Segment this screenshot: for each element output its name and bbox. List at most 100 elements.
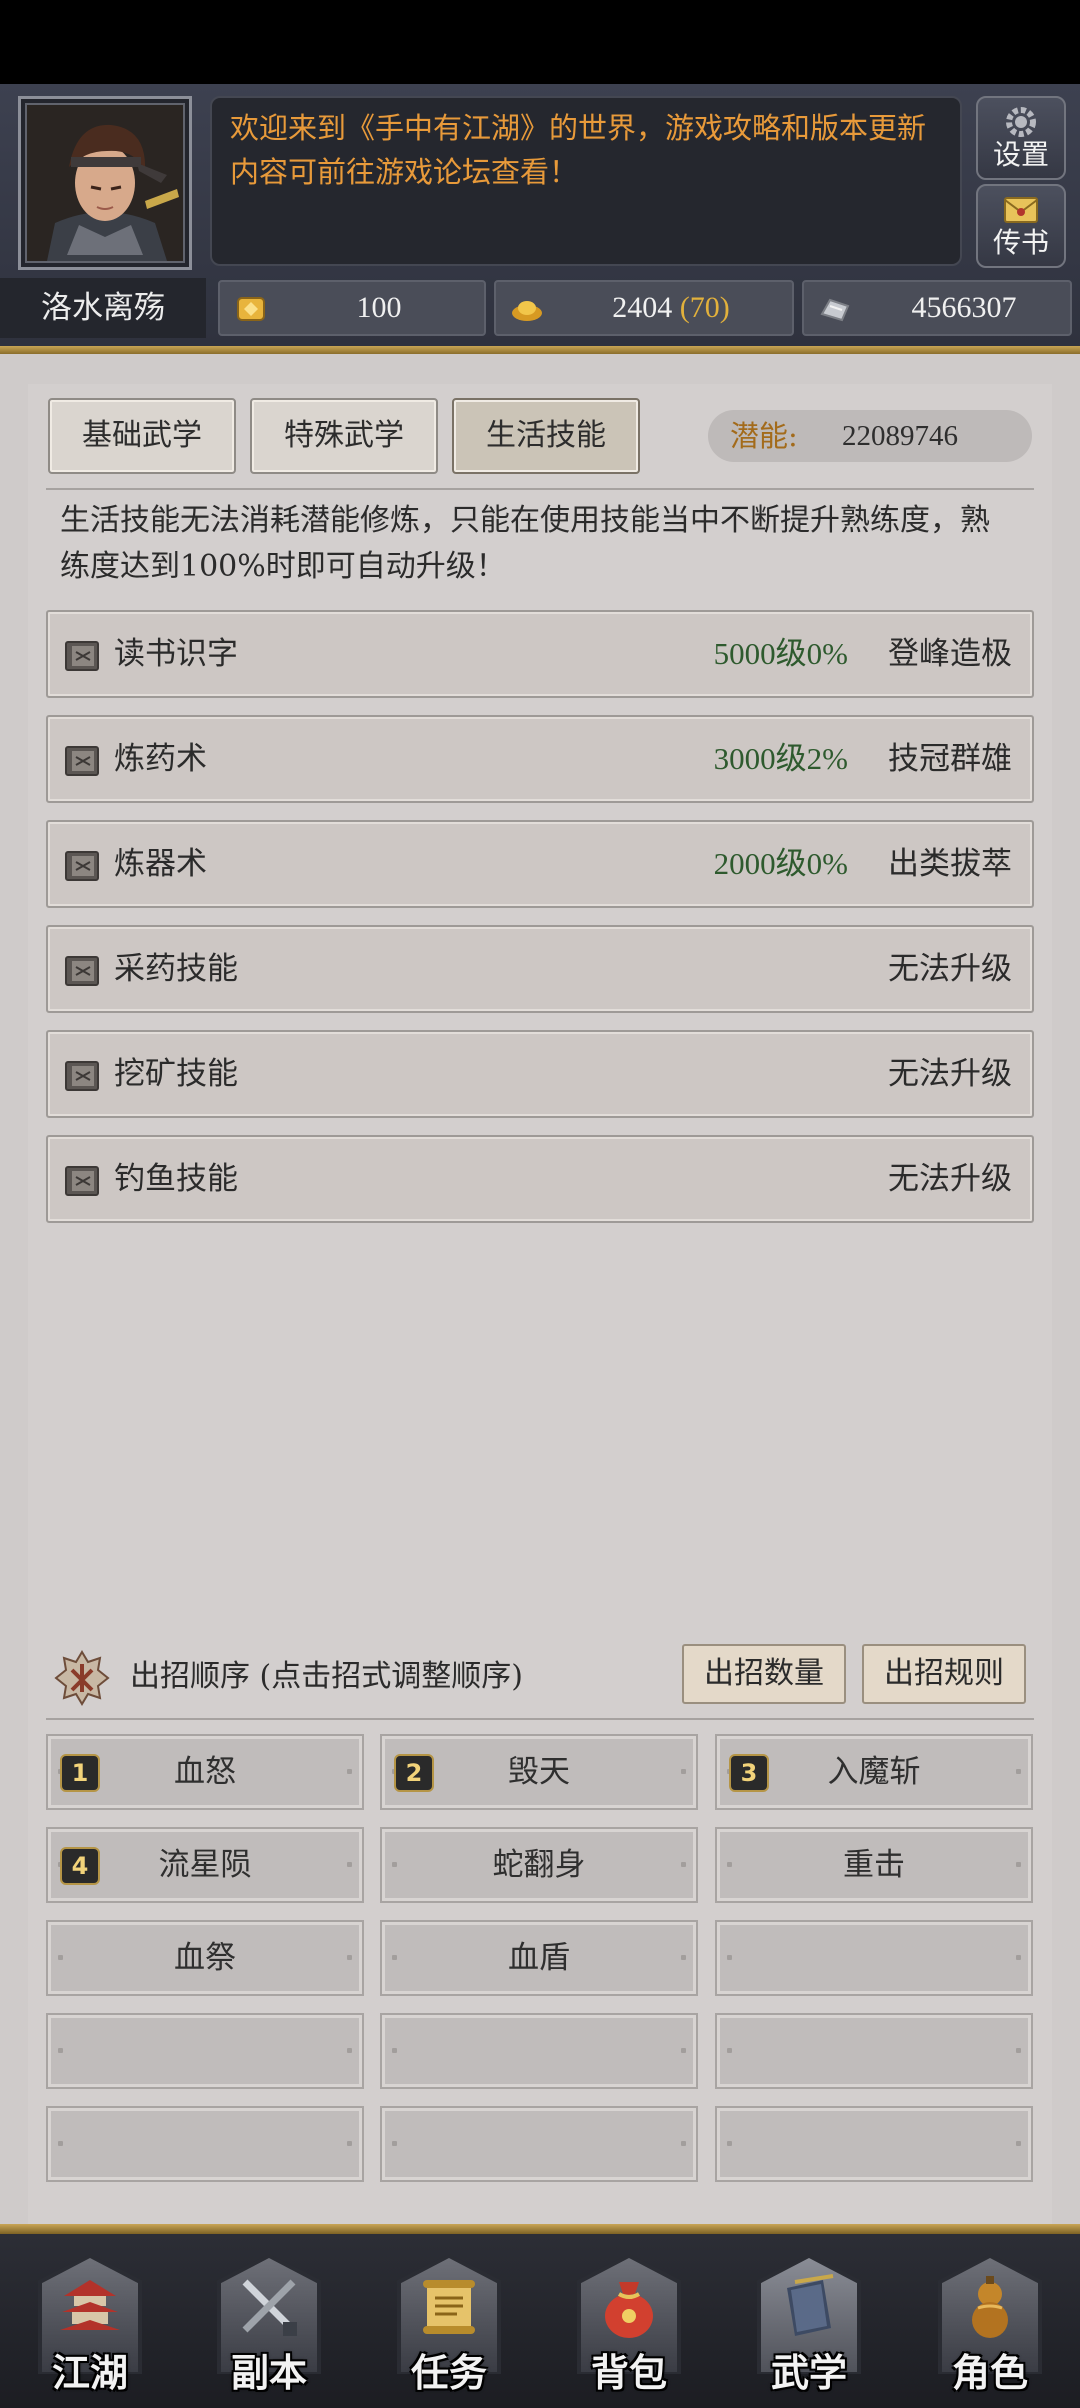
move-name: 血怒 [174,1754,236,1790]
move-name: 蛇翻身 [492,1847,586,1883]
move-name: 入魔斩 [827,1754,921,1790]
pouch-icon [605,2282,653,2338]
silver-ingot-icon [820,298,850,322]
tab-special-martial[interactable]: 特殊武学 [250,398,438,474]
token-counter[interactable]: 100 [218,280,486,336]
move-order-badge: 1 [60,1754,100,1792]
move-slot[interactable]: 血祭 [46,1920,364,1996]
potential-label: 潜能: [730,419,798,453]
skill-book-icon [65,851,99,881]
nav-label: 角色 [951,2350,1028,2395]
move-count-button[interactable]: 出招数量 [682,1644,846,1704]
skill-rank: 技冠群雄 [888,741,1012,777]
nav-jianghu[interactable]: 江湖 [30,2250,150,2400]
nav-label: 任务 [410,2350,487,2395]
silver-counter[interactable]: 4566307 [802,280,1072,336]
silver-value: 4566307 [911,291,1017,324]
settings-button[interactable]: 设置 [976,96,1066,180]
skill-rank: 出类拔萃 [888,846,1012,882]
move-slot-empty[interactable] [46,2106,364,2182]
skill-level: 5000级0% [713,636,848,671]
skill-name: 炼药术 [114,741,207,777]
move-slot-empty[interactable] [380,2013,698,2089]
skill-book-icon [65,641,99,671]
ingot-counter[interactable]: 2404 (70) [494,280,794,336]
ingot-bonus-value: (70) [679,291,730,324]
move-name: 毁天 [508,1754,570,1790]
nav-dungeon[interactable]: 副本 [209,2250,329,2400]
avatar[interactable] [18,96,192,270]
nav-character[interactable]: 角色 [930,2250,1050,2400]
move-name: 重击 [843,1847,905,1883]
move-slot-empty[interactable] [46,2013,364,2089]
nav-martial[interactable]: 武学 [749,2250,869,2400]
skill-name: 挖矿技能 [114,1056,238,1092]
skill-rank: 登峰造极 [888,636,1012,672]
move-slot-empty[interactable] [715,2013,1033,2089]
tab-basic-martial[interactable]: 基础武学 [48,398,236,474]
bottom-nav [0,2234,1080,2408]
skill-row-mining[interactable]: 挖矿技能 无法升级 [46,1030,1034,1118]
skill-level: 3000级2% [713,741,848,776]
nav-quests[interactable]: 任务 [389,2250,509,2400]
avatar-portrait [27,105,183,261]
skill-book-icon [65,1166,99,1196]
player-name: 洛水离殇 [0,278,206,338]
announcement-banner[interactable]: 欢迎来到《手中有江湖》的世界，游戏攻略和版本更新内容可前往游戏论坛查看！ [210,96,962,266]
skill-row-reading[interactable]: 读书识字 5000级0% 登峰造极 [46,610,1034,698]
skill-book-icon [65,746,99,776]
pagoda-icon [60,2280,120,2330]
potential-value: 22089746 [842,420,958,452]
crossed-swords-icon [242,2279,297,2336]
skill-name: 钓鱼技能 [114,1161,238,1197]
nav-divider [0,2224,1080,2234]
skill-row-forging[interactable]: 炼器术 2000级0% 出类拔萃 [46,820,1034,908]
status-bar [0,0,1080,84]
mail-button[interactable]: 传书 [976,184,1066,268]
skill-name: 炼器术 [114,846,207,882]
move-slot[interactable]: 2 毁天 [380,1734,698,1810]
moves-divider [46,1718,1034,1720]
move-slot[interactable]: 血盾 [380,1920,698,1996]
book-icon [787,2274,834,2336]
move-name: 流星陨 [158,1847,252,1883]
nav-label: 副本 [230,2350,307,2395]
skill-row-fishing[interactable]: 钓鱼技能 无法升级 [46,1135,1034,1223]
life-skills-description: 生活技能无法消耗潜能修炼，只能在使用技能当中不断提升熟练度，熟练度达到100%时… [60,503,990,584]
announcement-text: 欢迎来到《手中有江湖》的世界，游戏攻略和版本更新内容可前往游戏论坛查看！ [230,111,927,189]
skill-name: 读书识字 [114,636,238,672]
skill-book-icon [65,956,99,986]
skill-row-herbalism[interactable]: 采药技能 无法升级 [46,925,1034,1013]
move-slot[interactable]: 3 入魔斩 [715,1734,1033,1810]
move-slot[interactable]: 4 流星陨 [46,1827,364,1903]
move-slot-empty[interactable] [715,2106,1033,2182]
nav-label: 江湖 [51,2350,128,2395]
move-rules-button[interactable]: 出招规则 [862,1644,1026,1704]
tabs-divider [46,488,1034,490]
skill-rank: 无法升级 [888,951,1012,987]
nav-bag[interactable]: 背包 [569,2250,689,2400]
settings-label: 设置 [992,138,1049,171]
move-slot[interactable]: 1 血怒 [46,1734,364,1810]
token-value: 100 [356,291,402,324]
skill-rank: 无法升级 [888,1056,1012,1092]
header-divider [0,346,1080,354]
nav-label: 武学 [770,2350,847,2395]
move-order-badge: 3 [729,1754,769,1792]
skill-row-alchemy[interactable]: 炼药术 3000级2% 技冠群雄 [46,715,1034,803]
move-name: 血盾 [508,1940,570,1976]
nav-label: 背包 [590,2350,667,2395]
gourd-icon [972,2276,1008,2338]
move-slot[interactable]: 重击 [715,1827,1033,1903]
skill-name: 采药技能 [114,951,238,987]
skill-level: 2000级0% [713,846,848,881]
scroll-icon [423,2280,475,2334]
moves-emblem-icon [54,1650,110,1706]
move-slot[interactable]: 蛇翻身 [380,1827,698,1903]
mail-label: 传书 [992,226,1049,259]
tab-life-skills[interactable]: 生活技能 [452,398,640,474]
move-slot-empty[interactable] [380,2106,698,2182]
potential-display: 潜能: 22089746 [708,410,1032,462]
move-slot-empty[interactable] [715,1920,1033,1996]
gold-ingot-icon [512,301,542,321]
